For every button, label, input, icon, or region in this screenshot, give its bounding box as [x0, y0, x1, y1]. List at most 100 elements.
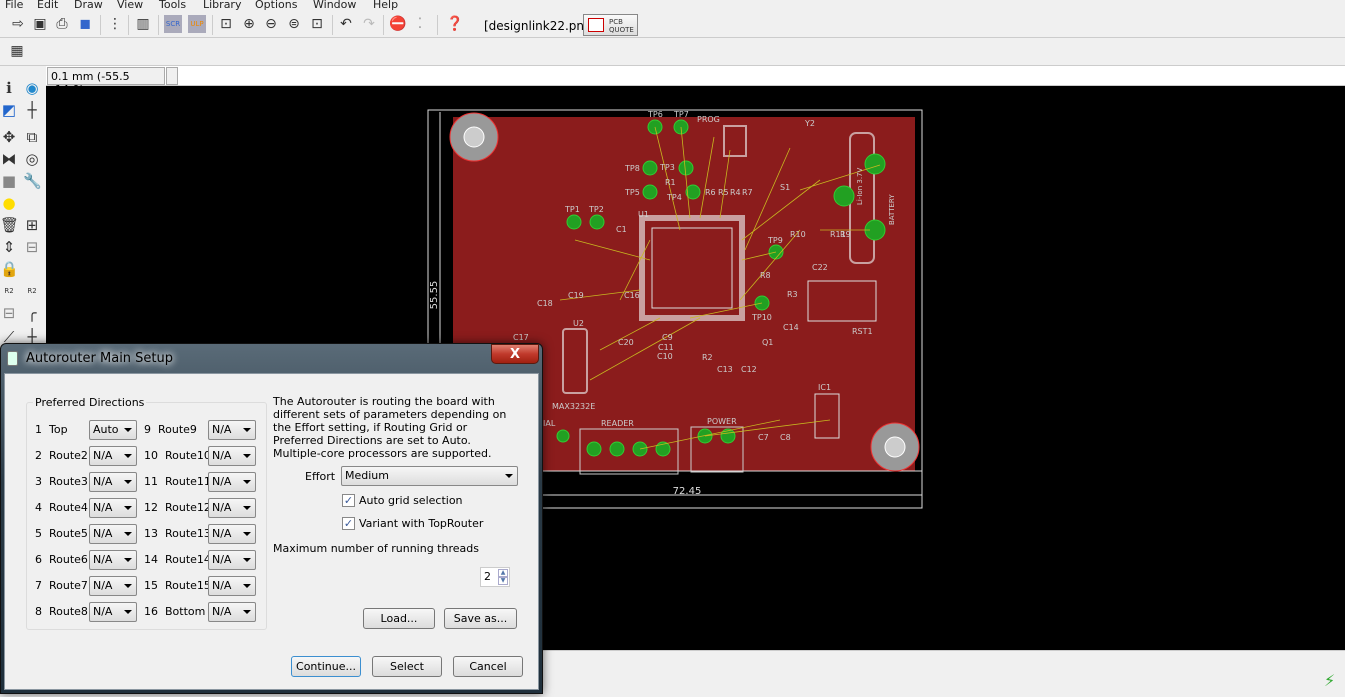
- svg-text:R9: R9: [840, 230, 851, 239]
- show-icon[interactable]: ◉: [23, 79, 41, 97]
- redo-icon[interactable]: ↷: [360, 15, 378, 33]
- layer-direction-select[interactable]: N/A: [208, 602, 256, 622]
- pcb-quote-button[interactable]: PCB QUOTE: [583, 14, 638, 36]
- layer-label: 12 Route12: [144, 501, 211, 514]
- svg-text:R4: R4: [730, 188, 741, 197]
- variant-toprouter-label: Variant with TopRouter: [359, 517, 484, 530]
- mcu-u1: [639, 215, 745, 321]
- value-icon[interactable]: R2: [23, 282, 41, 300]
- display-layers-icon[interactable]: ◩: [0, 101, 18, 119]
- go-icon[interactable]: ⁚: [411, 15, 429, 33]
- lock-icon-2[interactable]: ⊟: [23, 238, 41, 256]
- layer-direction-select[interactable]: N/A: [89, 498, 137, 518]
- move-icon[interactable]: ✥: [0, 128, 18, 146]
- zoom-redraw-icon[interactable]: ⊜: [285, 15, 303, 33]
- menu-edit[interactable]: Edit: [37, 0, 58, 11]
- info-icon[interactable]: ℹ: [0, 79, 18, 97]
- miter-icon[interactable]: ╭: [23, 304, 41, 322]
- lightning-icon[interactable]: ⚡: [1324, 671, 1335, 690]
- help-icon[interactable]: ❓: [446, 15, 464, 33]
- zoom-fit-icon[interactable]: ⊡: [217, 15, 235, 33]
- svg-text:C20: C20: [618, 338, 634, 347]
- variant-toprouter-checkbox[interactable]: ✓: [342, 517, 355, 530]
- save-icon[interactable]: ▣: [31, 15, 49, 33]
- zoom-in-icon[interactable]: ⊕: [240, 15, 258, 33]
- chevron-down-icon: [124, 506, 132, 510]
- zoom-out-icon[interactable]: ⊖: [262, 15, 280, 33]
- undo-icon[interactable]: ↶: [337, 15, 355, 33]
- menu-draw[interactable]: Draw: [74, 0, 103, 11]
- command-line-toggle[interactable]: [166, 67, 178, 85]
- mark-icon[interactable]: ┼: [23, 101, 41, 119]
- svg-text:IAL: IAL: [543, 419, 556, 428]
- svg-text:RST1: RST1: [852, 327, 873, 336]
- select-button[interactable]: Select: [372, 656, 442, 677]
- stop-icon[interactable]: ⛔: [389, 15, 407, 33]
- replace-icon[interactable]: ⇕: [0, 238, 18, 256]
- paste-icon[interactable]: ●: [0, 194, 18, 212]
- svg-text:POWER: POWER: [707, 417, 737, 426]
- group-icon[interactable]: ■: [0, 172, 18, 190]
- svg-text:C18: C18: [537, 299, 553, 308]
- layer-direction-select[interactable]: N/A: [89, 550, 137, 570]
- auto-grid-checkbox[interactable]: ✓: [342, 494, 355, 507]
- file-name: [designlink22.png]: [484, 19, 597, 33]
- script-icon[interactable]: SCR: [164, 15, 182, 33]
- load-button[interactable]: Load...: [363, 608, 435, 629]
- add-icon[interactable]: ⊞: [23, 216, 41, 234]
- close-button[interactable]: X: [491, 344, 539, 364]
- menu-tools[interactable]: Tools: [159, 0, 186, 11]
- spin-up-icon[interactable]: ▲: [498, 569, 508, 577]
- mounting-hole: [870, 422, 920, 472]
- grid-icon[interactable]: ▦: [8, 42, 26, 60]
- svg-text:C7: C7: [758, 433, 769, 442]
- menu-options[interactable]: Options: [255, 0, 297, 11]
- board-switch-icon[interactable]: ⋮: [106, 15, 124, 33]
- layer-direction-select[interactable]: N/A: [208, 446, 256, 466]
- rotate-icon[interactable]: ◎: [23, 150, 41, 168]
- layer-direction-select[interactable]: Auto: [89, 420, 137, 440]
- layer-direction-select[interactable]: N/A: [208, 498, 256, 518]
- layer-direction-select[interactable]: N/A: [89, 472, 137, 492]
- open-icon[interactable]: ⇨: [9, 15, 27, 33]
- lock-icon[interactable]: 🔒: [0, 260, 19, 278]
- ulp-icon[interactable]: ULP: [188, 15, 206, 33]
- spin-down-icon[interactable]: ▼: [498, 577, 508, 585]
- copy-icon[interactable]: ⧉: [23, 128, 41, 146]
- menu-window[interactable]: Window: [313, 0, 356, 11]
- svg-text:Y2: Y2: [804, 119, 815, 128]
- dialog-body: Preferred Directions 1 Top Auto 2 Route2 N/…: [4, 373, 539, 690]
- menu-view[interactable]: View: [117, 0, 143, 11]
- svg-text:TP2: TP2: [588, 205, 604, 214]
- layer-direction-select[interactable]: N/A: [89, 576, 137, 596]
- layer-direction-select[interactable]: N/A: [89, 524, 137, 544]
- effort-select[interactable]: Medium: [341, 466, 518, 486]
- print-icon[interactable]: ⎙: [53, 15, 71, 33]
- auto-grid-label: Auto grid selection: [359, 494, 463, 507]
- cancel-button[interactable]: Cancel: [453, 656, 523, 677]
- name-icon[interactable]: R2: [0, 282, 18, 300]
- layer-direction-select[interactable]: N/A: [208, 472, 256, 492]
- threads-spinbox[interactable]: 2 ▲ ▼: [480, 567, 510, 587]
- layer-direction-select[interactable]: N/A: [208, 524, 256, 544]
- menu-file[interactable]: File: [5, 0, 23, 11]
- menu-library[interactable]: Library: [203, 0, 241, 11]
- delete-icon[interactable]: 🗑: [0, 216, 19, 234]
- menu-help[interactable]: Help: [373, 0, 398, 11]
- cam-icon[interactable]: ◼: [76, 15, 94, 33]
- layer-settings-icon[interactable]: ▥: [134, 15, 152, 33]
- layer-direction-select[interactable]: N/A: [89, 446, 137, 466]
- zoom-select-icon[interactable]: ⊡: [308, 15, 326, 33]
- change-icon[interactable]: 🔧: [23, 172, 42, 190]
- svg-text:R8: R8: [760, 271, 771, 280]
- layer-label: 16 Bottom: [144, 605, 206, 618]
- smash-icon[interactable]: ⊟: [0, 304, 18, 322]
- layer-direction-select[interactable]: N/A: [89, 602, 137, 622]
- save-as-button[interactable]: Save as...: [444, 608, 517, 629]
- continue-button[interactable]: Continue...: [291, 656, 361, 677]
- layer-direction-select[interactable]: N/A: [208, 576, 256, 596]
- svg-text:R7: R7: [742, 188, 753, 197]
- layer-direction-select[interactable]: N/A: [208, 550, 256, 570]
- layer-direction-select[interactable]: N/A: [208, 420, 256, 440]
- mirror-icon[interactable]: ⧓: [0, 150, 18, 168]
